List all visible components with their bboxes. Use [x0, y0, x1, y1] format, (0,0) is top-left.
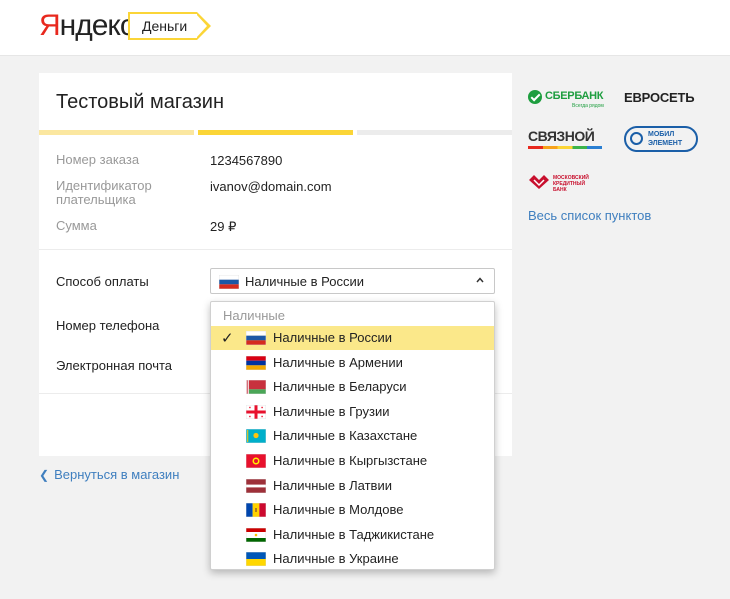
chevron-up-icon — [476, 277, 484, 283]
back-to-shop-link[interactable]: ❮ Вернуться в магазин — [39, 467, 179, 482]
dropdown-option-label: Наличные в Украине — [273, 551, 399, 567]
top-header: Яндекс Деньги — [0, 0, 730, 56]
phone-label: Номер телефона — [56, 318, 160, 333]
progress-step-3 — [357, 130, 512, 135]
sum-value: 29 ₽ — [210, 219, 237, 234]
russia-flag-icon — [219, 275, 239, 289]
sberbank-icon — [528, 90, 542, 104]
sum-label: Сумма — [56, 218, 97, 233]
dropdown-option-georgia[interactable]: Наличные в Грузии — [211, 400, 494, 424]
dropdown-option-moldova[interactable]: Наличные в Молдове — [211, 498, 494, 522]
dropdown-option-kyrgyzstan[interactable]: Наличные в Кыргызстане — [211, 449, 494, 473]
dropdown-option-kazakhstan[interactable]: Наличные в Казахстане — [211, 424, 494, 448]
dropdown-option-label: Наличные в Грузии — [273, 403, 390, 419]
progress-step-1 — [39, 130, 194, 135]
belarus-flag-icon — [246, 380, 266, 395]
payer-value: ivanov@domain.com — [210, 179, 332, 194]
dropdown-option-label: Наличные в Казахстане — [273, 428, 418, 444]
dropdown-option-label: Наличные в Латвии — [273, 477, 392, 493]
dropdown-option-armenia[interactable]: Наличные в Армении — [211, 351, 494, 375]
order-value: 1234567890 — [210, 153, 283, 168]
payer-label: Идентификатор плательщика — [56, 178, 152, 207]
dropdown-option-belarus[interactable]: Наличные в Беларуси — [211, 375, 494, 399]
euroset-logo: ЕВРОСЕТЬ — [624, 90, 695, 105]
progress-bar — [39, 130, 512, 135]
payment-method-select[interactable]: Наличные в России — [210, 268, 495, 294]
dropdown-option-ukraine[interactable]: Наличные в Украине — [211, 547, 494, 571]
shop-title: Тестовый магазин — [56, 91, 225, 113]
kyrgyzstan-flag-icon — [246, 454, 266, 468]
mkb-icon — [529, 175, 549, 189]
kazakhstan-flag-icon — [246, 429, 266, 444]
all-points-link[interactable]: Весь список пунктов — [528, 208, 651, 223]
dropdown-option-tajikistan[interactable]: Наличные в Таджикистане — [211, 523, 494, 547]
dropdown-option-russia[interactable]: ✓ Наличные в России — [211, 326, 494, 350]
georgia-flag-icon — [246, 404, 266, 419]
svyaznoy-logo: СВЯЗНОЙ — [528, 128, 604, 152]
yandex-logo[interactable]: Яндекс — [39, 8, 135, 44]
payment-method-label: Способ оплаты — [56, 274, 149, 289]
order-label: Номер заказа — [56, 152, 140, 167]
dropdown-group-label: Наличные — [223, 308, 285, 323]
svyaznoy-stripe — [528, 146, 602, 149]
mkb-logo: МОСКОВСКИЙ КРЕДИТНЫЙ БАНК — [528, 174, 608, 194]
email-label: Электронная почта — [56, 358, 173, 373]
russia-flag-icon — [246, 331, 266, 345]
dropdown-option-latvia[interactable]: Наличные в Латвии — [211, 474, 494, 498]
dropdown-option-label: Наличные в России — [273, 330, 392, 345]
armenia-flag-icon — [246, 355, 266, 370]
dropdown-option-label: Наличные в Таджикистане — [273, 526, 435, 542]
sberbank-logo: СБЕРБАНК Всегда рядом — [528, 86, 608, 110]
mobil-element-icon — [630, 132, 643, 145]
moldova-flag-icon — [246, 503, 266, 518]
dropdown-option-label: Наличные в Кыргызстане — [273, 453, 428, 468]
dropdown-option-label: Наличные в Армении — [273, 354, 403, 370]
money-service-tag[interactable]: Деньги — [128, 12, 212, 40]
dropdown-option-label: Наличные в Беларуси — [273, 379, 407, 395]
divider — [39, 249, 512, 250]
latvia-flag-icon — [246, 478, 266, 493]
payment-method-dropdown: Наличные ✓ Наличные в России Наличные в Ар… — [210, 301, 495, 570]
dropdown-option-label: Наличные в Молдове — [273, 502, 404, 518]
ukraine-flag-icon — [246, 552, 266, 567]
checkmark-icon: ✓ — [221, 330, 234, 347]
chevron-left-icon: ❮ — [39, 468, 50, 482]
tajikistan-flag-icon — [246, 527, 266, 542]
payment-method-value: Наличные в России — [245, 274, 364, 289]
mobil-element-logo: МОБИЛ ЭЛЕМЕНТ — [624, 126, 698, 152]
progress-step-2 — [198, 130, 353, 135]
